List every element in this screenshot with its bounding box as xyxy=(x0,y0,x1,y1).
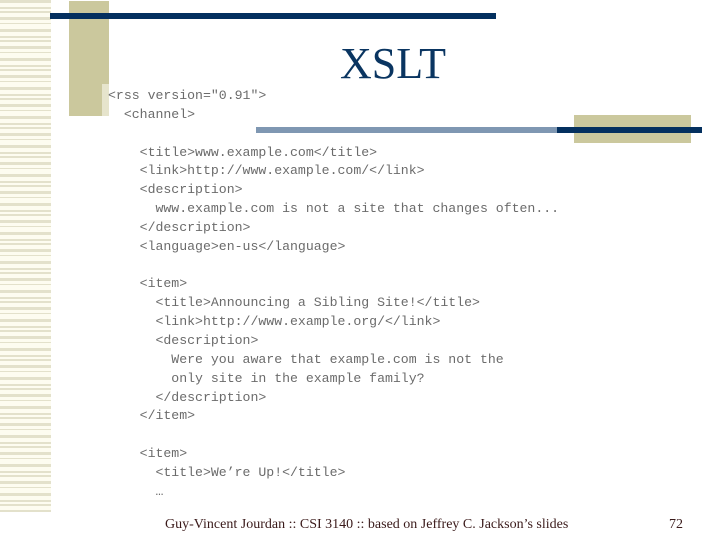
code-line: … xyxy=(108,483,164,499)
code-line: <channel> xyxy=(108,106,196,122)
code-line: <title>www.example.com</title> xyxy=(108,144,378,160)
decorative-top-line xyxy=(50,13,496,19)
code-line: <title>We’re Up!</title> xyxy=(108,464,346,480)
footer-credit: Guy-Vincent Jourdan :: CSI 3140 :: based… xyxy=(165,517,569,532)
code-block: <rss version="0.91"> <channel> <title>ww… xyxy=(108,87,559,502)
decorative-stripes xyxy=(0,0,51,512)
code-line: <link>http://www.example.com/</link> xyxy=(108,163,425,179)
decorative-right-line xyxy=(557,127,702,133)
code-line: <rss version="0.91"> xyxy=(108,88,267,103)
slide-title: XSLT xyxy=(340,39,446,88)
code-line: <description> xyxy=(108,332,259,348)
page-number: 72 xyxy=(669,517,683,532)
code-line: </item> xyxy=(108,408,196,424)
code-line: <title>Announcing a Sibling Site!</title… xyxy=(108,295,480,311)
code-line: <language>en-us</language> xyxy=(108,238,346,254)
code-line: Were you aware that example.com is not t… xyxy=(108,351,504,367)
code-line: <item> xyxy=(108,276,188,292)
code-line: </description> xyxy=(108,219,251,235)
code-line: <description> xyxy=(108,182,243,198)
code-line: </description> xyxy=(108,389,267,405)
code-line: <link>http://www.example.org/</link> xyxy=(108,314,441,330)
code-line: <item> xyxy=(108,446,188,462)
code-line: only site in the example family? xyxy=(108,370,425,386)
code-line: www.example.com is not a site that chang… xyxy=(108,201,560,217)
